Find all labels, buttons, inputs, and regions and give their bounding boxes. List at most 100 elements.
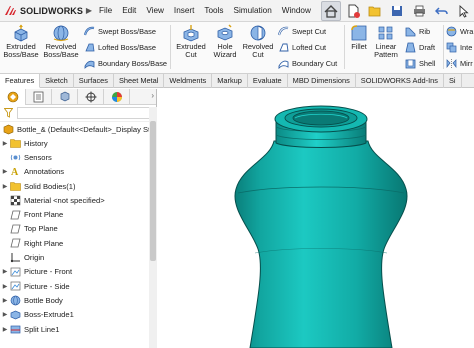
tree-item[interactable]: ▶ History — [0, 136, 156, 150]
menu-bar: File Edit View Insert Tools Simulation W… — [94, 0, 333, 22]
tab-sheet-metal[interactable]: Sheet Metal — [114, 74, 165, 88]
tab-solidworks-add-ins[interactable]: SOLIDWORKS Add-Ins — [356, 74, 444, 88]
expand-arrow-icon[interactable]: ▶ — [0, 183, 10, 190]
swept-cut-button[interactable]: Swept Cut — [278, 25, 326, 38]
undo-icon[interactable] — [431, 1, 451, 21]
menu-insert[interactable]: Insert — [169, 0, 199, 22]
print-icon[interactable] — [409, 1, 429, 21]
tab-markup[interactable]: Markup — [212, 74, 248, 88]
tree-item[interactable]: Origin — [0, 250, 156, 264]
menu-view[interactable]: View — [141, 0, 169, 22]
menu-simulation[interactable]: Simulation — [229, 0, 277, 22]
extruded-boss-button[interactable]: Extruded Boss/Base — [3, 24, 39, 59]
boundary-boss-button[interactable]: Boundary Boss/Base — [84, 57, 167, 70]
tree-item[interactable]: ▶ Bottle Body — [0, 293, 156, 307]
filter-icon[interactable] — [4, 108, 13, 118]
tree-item[interactable]: Right Plane — [0, 236, 156, 250]
dimxpert-manager-tab[interactable] — [78, 89, 104, 105]
boundary-cut-button[interactable]: Boundary Cut — [278, 57, 337, 70]
fillet-button[interactable]: Fillet — [348, 24, 370, 51]
tab-features[interactable]: Features — [0, 74, 41, 88]
lofted-cut-button[interactable]: Lofted Cut — [278, 41, 326, 54]
solidworks-logo[interactable]: SOLIDWORKS — [0, 0, 84, 22]
shell-label: Shell — [419, 59, 436, 68]
graphics-area[interactable] — [158, 89, 474, 348]
feature-manager-tab[interactable] — [0, 89, 26, 105]
ribbon-separator — [170, 25, 171, 69]
boundary-cut-label: Boundary Cut — [292, 59, 338, 68]
tab-surfaces[interactable]: Surfaces — [74, 74, 114, 88]
draft-button[interactable]: Draft — [405, 41, 435, 54]
extruded-cut-button[interactable]: Extruded Cut — [174, 24, 208, 59]
menu-file[interactable]: File — [94, 0, 117, 22]
tab-simulation[interactable]: Si — [444, 74, 462, 88]
tree-root-part[interactable]: Bottle_& (Default<<Default>_Display St — [0, 122, 156, 136]
expand-arrow-icon[interactable]: ▶ — [0, 311, 10, 318]
wrap-label: Wra — [460, 27, 474, 36]
shell-button[interactable]: Shell — [405, 57, 435, 70]
intersect-label: Inte — [460, 43, 473, 52]
expand-arrow-icon[interactable]: ▶ — [0, 168, 10, 175]
save-icon[interactable] — [387, 1, 407, 21]
property-manager-tab[interactable] — [26, 89, 52, 105]
tree-item[interactable]: ▶ Solid Bodies(1) — [0, 179, 156, 193]
feature-tree-icon — [7, 91, 18, 102]
home-icon[interactable] — [321, 1, 341, 21]
hole-wizard-button[interactable]: Hole Wizard — [210, 24, 240, 59]
command-manager-ribbon: Extruded Boss/Base Revolved Boss/Base Sw… — [0, 22, 474, 74]
tree-item[interactable]: ▶ Picture - Side — [0, 279, 156, 293]
tree-item[interactable]: ▶ Split Line1 — [0, 322, 156, 336]
scrollbar-thumb[interactable] — [150, 121, 156, 261]
tab-sketch[interactable]: Sketch — [40, 74, 74, 88]
linear-pattern-button[interactable]: Linear Pattern — [371, 24, 401, 59]
menu-edit[interactable]: Edit — [117, 0, 141, 22]
revolved-boss-button[interactable]: Revolved Boss/Base — [42, 24, 80, 59]
tree-item-label: History — [24, 138, 48, 148]
menu-arrow-icon[interactable]: ▶ — [84, 0, 94, 22]
tab-mbd-dimensions[interactable]: MBD Dimensions — [288, 74, 356, 88]
filter-input[interactable] — [17, 107, 152, 119]
tab-evaluate[interactable]: Evaluate — [248, 74, 288, 88]
sketch-picture-icon — [10, 281, 21, 292]
expand-arrow-icon[interactable]: ▶ — [0, 297, 10, 304]
tab-weldments[interactable]: Weldments — [164, 74, 213, 88]
chevron-right-icon[interactable]: › — [151, 91, 154, 100]
tree-item[interactable]: ▶ Boss-Extrude1 — [0, 308, 156, 322]
boundary-boss-icon — [84, 60, 95, 69]
tree-item-label: Solid Bodies(1) — [24, 181, 76, 191]
display-manager-tab[interactable] — [104, 89, 130, 105]
swept-boss-button[interactable]: Swept Boss/Base — [84, 25, 156, 38]
rib-button[interactable]: Rib — [405, 25, 430, 38]
tree-item[interactable]: Top Plane — [0, 222, 156, 236]
tree-item-label: Front Plane — [24, 210, 64, 220]
intersect-button[interactable]: Inte — [446, 41, 472, 54]
menu-tools[interactable]: Tools — [199, 0, 228, 22]
tree-item[interactable]: ▶ Picture - Front — [0, 265, 156, 279]
wrap-button[interactable]: Wra — [446, 25, 473, 38]
menu-window[interactable]: Window — [277, 0, 316, 22]
ds-logo-icon — [5, 5, 16, 15]
plane-icon — [10, 223, 21, 234]
tree-item[interactable]: Front Plane — [0, 207, 156, 221]
tree-item[interactable]: ▶ A Annotations — [0, 165, 156, 179]
expand-arrow-icon[interactable]: ▶ — [0, 326, 10, 333]
extruded-boss-label: Extruded Boss/Base — [3, 42, 39, 59]
expand-arrow-icon[interactable]: ▶ — [0, 268, 10, 275]
annotations-icon: A — [10, 166, 21, 177]
mirror-button[interactable]: Mirr — [446, 57, 473, 70]
expand-arrow-icon[interactable]: ▶ — [0, 283, 10, 290]
select-arrow-icon[interactable] — [453, 1, 473, 21]
expand-arrow-icon[interactable]: ▶ — [0, 140, 10, 147]
tree-item[interactable]: Sensors — [0, 150, 156, 164]
feature-tree-scrollbar[interactable] — [149, 107, 157, 348]
bottle-model[interactable] — [158, 89, 474, 348]
swept-cut-icon — [278, 26, 289, 36]
revolved-cut-button[interactable]: Revolved Cut — [241, 24, 275, 59]
lofted-cut-icon — [279, 43, 289, 52]
open-folder-icon[interactable] — [365, 1, 385, 21]
lofted-boss-button[interactable]: Lofted Boss/Base — [84, 41, 156, 54]
linear-pattern-icon — [378, 26, 393, 40]
new-document-icon[interactable] — [343, 1, 363, 21]
configuration-manager-tab[interactable] — [52, 89, 78, 105]
tree-item[interactable]: Material <not specified> — [0, 193, 156, 207]
